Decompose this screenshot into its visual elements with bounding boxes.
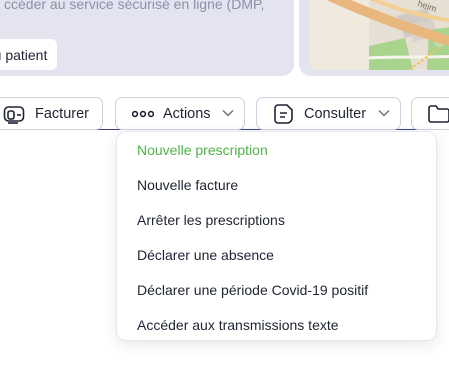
- consulter-label: Consulter: [304, 105, 367, 122]
- document-icon: [273, 103, 295, 125]
- actions-label: Actions: [163, 105, 211, 122]
- info-card: ccéder au service sécurisé en ligne (DMP…: [0, 0, 294, 76]
- info-card-text: ccéder au service sécurisé en ligne (DMP…: [4, 0, 265, 12]
- menu-item-transmissions-texte[interactable]: Accéder aux transmissions texte: [137, 317, 339, 333]
- menu-item-declarer-absence[interactable]: Déclarer une absence: [137, 247, 274, 263]
- menu-item-declarer-covid[interactable]: Déclarer une période Covid-19 positif: [137, 282, 368, 298]
- map-thumbnail[interactable]: heim: [309, 0, 449, 70]
- billing-icon: [3, 105, 27, 125]
- chevron-down-icon: [378, 109, 390, 117]
- menu-item-nouvelle-prescription[interactable]: Nouvelle prescription: [137, 142, 268, 158]
- folder-button[interactable]: [411, 97, 449, 130]
- menu-item-arreter-prescriptions[interactable]: Arrêter les prescriptions: [137, 212, 285, 228]
- chevron-down-icon: [222, 109, 234, 117]
- folder-icon: [427, 104, 449, 124]
- more-dots-icon: [132, 109, 154, 119]
- map-image: heim: [309, 0, 449, 70]
- patient-header: ccéder au service sécurisé en ligne (DMP…: [0, 0, 449, 86]
- actions-button[interactable]: Actions: [115, 97, 245, 130]
- facturer-label: Facturer: [35, 105, 89, 122]
- patient-button[interactable]: u patient: [0, 39, 57, 70]
- consulter-button[interactable]: Consulter: [256, 97, 401, 130]
- actions-dropdown-menu: Nouvelle prescription Nouvelle facture A…: [116, 131, 437, 341]
- map-card[interactable]: heim: [299, 0, 449, 76]
- menu-item-nouvelle-facture[interactable]: Nouvelle facture: [137, 177, 238, 193]
- facturer-button[interactable]: Facturer: [0, 97, 103, 130]
